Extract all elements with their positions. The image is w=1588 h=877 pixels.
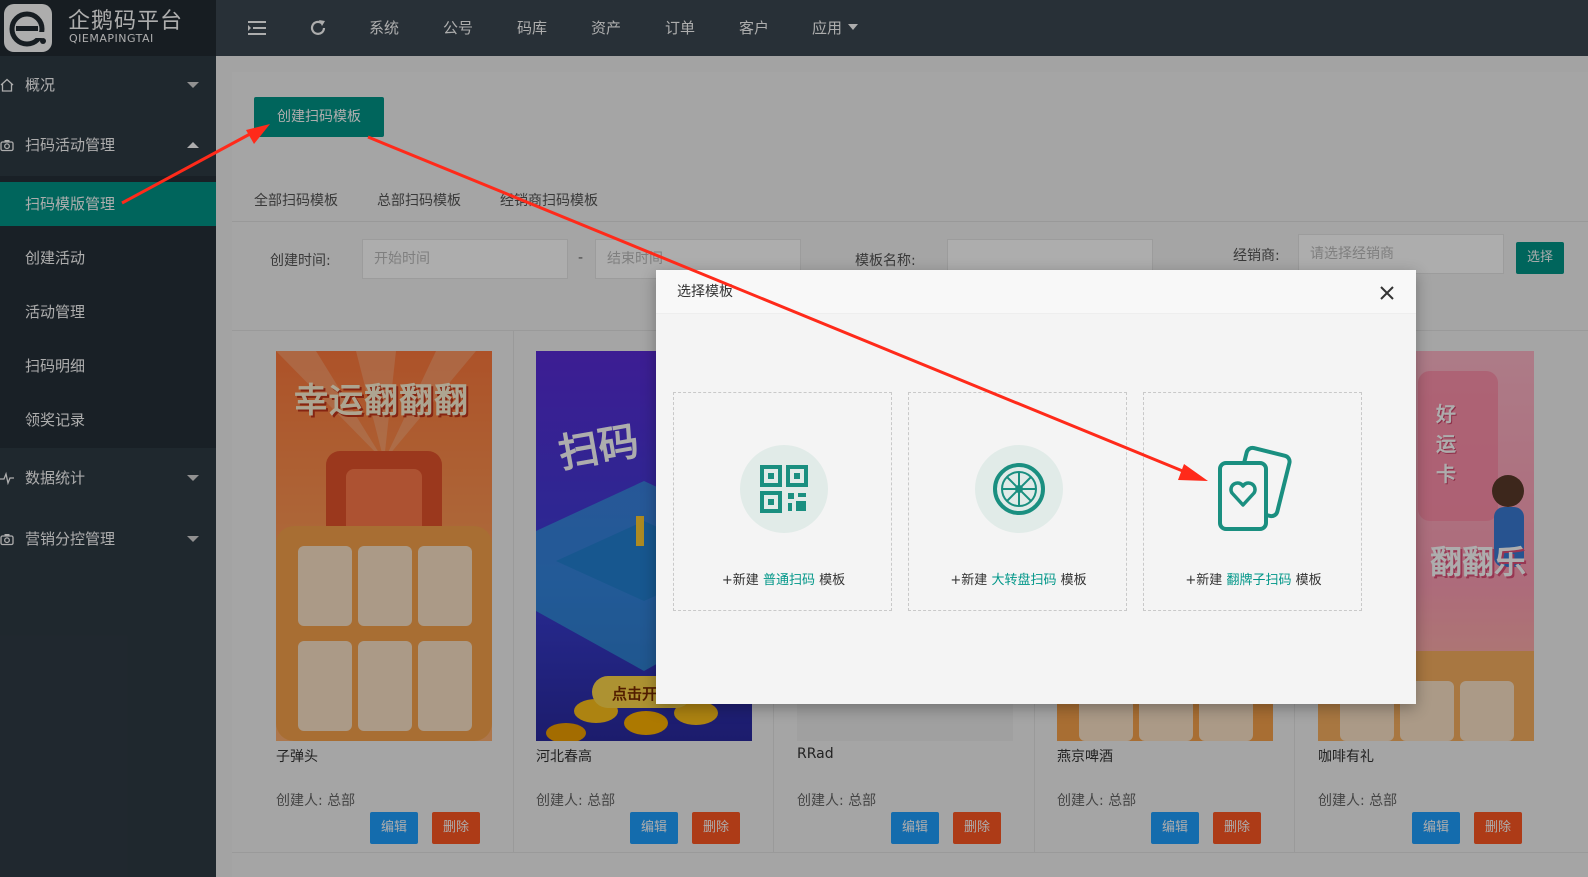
dialog-header: 选择模板	[656, 270, 1416, 314]
wheel-icon	[975, 445, 1063, 533]
option-normal-scan[interactable]: +新建 普通扫码 模板	[673, 392, 892, 611]
option-highlight: 普通扫码	[762, 573, 815, 588]
option-text: +新建 普通扫码 模板	[721, 573, 846, 588]
option-highlight: 翻牌子扫码	[1226, 573, 1292, 588]
option-flip-card-scan[interactable]: +新建 翻牌子扫码 模板	[1143, 392, 1362, 611]
cards-heart-icon	[1218, 445, 1292, 531]
option-text: +新建 大转盘扫码 模板	[950, 573, 1087, 588]
dialog-title: 选择模板	[677, 284, 733, 300]
option-highlight: 大转盘扫码	[991, 573, 1057, 588]
select-template-dialog: 选择模板 +新建 普通扫码 模板 +新建 大转盘扫码 模板 +新建 翻牌子扫码 …	[656, 270, 1416, 704]
option-wheel-scan[interactable]: +新建 大转盘扫码 模板	[908, 392, 1127, 611]
close-icon[interactable]	[1378, 284, 1396, 302]
option-text: +新建 翻牌子扫码 模板	[1185, 573, 1322, 588]
qr-code-icon	[740, 445, 828, 533]
